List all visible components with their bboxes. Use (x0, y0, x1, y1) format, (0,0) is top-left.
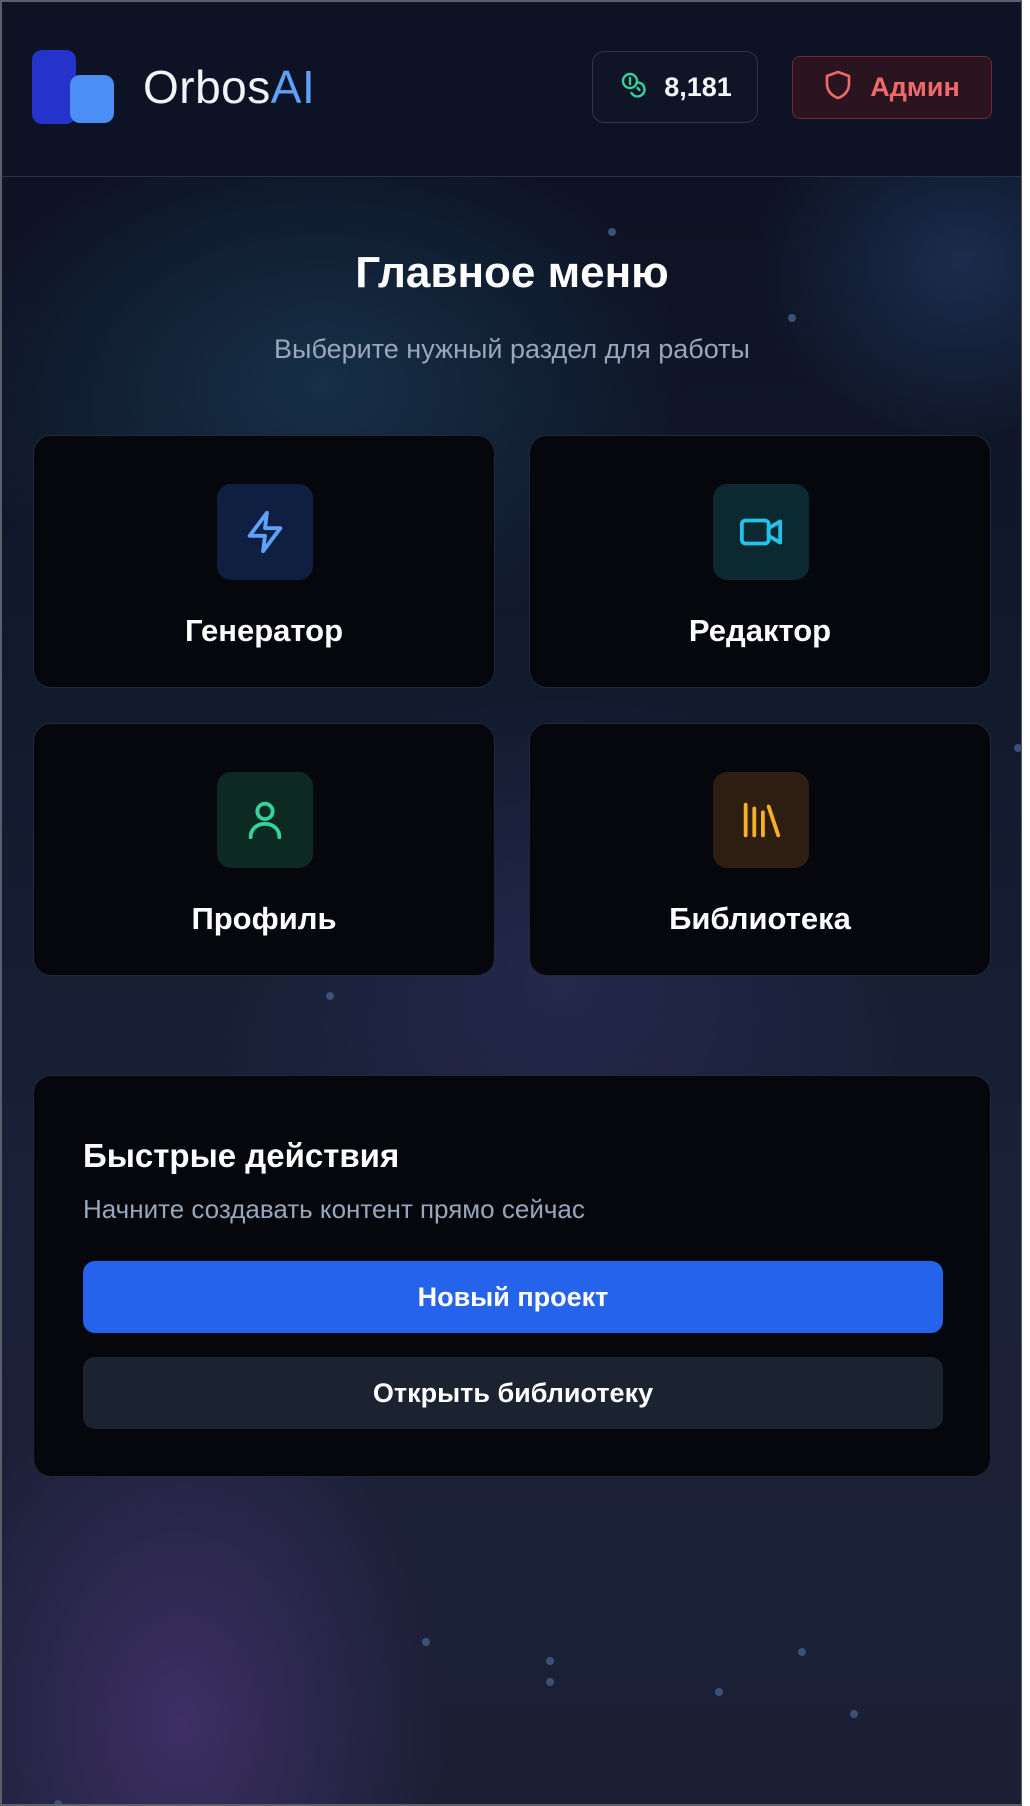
quick-actions-title: Быстрые действия (83, 1137, 400, 1174)
quick-actions-panel: Быстрые действия Начните создавать конте… (33, 1075, 991, 1477)
open-library-button[interactable]: Открыть библиотеку (83, 1357, 943, 1429)
decor-dot (608, 228, 616, 236)
card-generator[interactable]: Генератор (33, 435, 495, 688)
top-header: OrbosAI 8,181 Админ (2, 2, 1022, 177)
logo-icon[interactable] (32, 50, 114, 126)
new-project-button[interactable]: Новый проект (83, 1261, 943, 1333)
brand-name: OrbosAI (143, 60, 315, 114)
page-title: Главное меню (355, 248, 669, 297)
decor-dot (326, 992, 334, 1000)
credits-value: 8,181 (664, 71, 732, 102)
card-library[interactable]: Библиотека (529, 723, 991, 976)
decor-dot (850, 1710, 858, 1718)
credits-badge[interactable]: 8,181 (592, 51, 758, 123)
card-profile[interactable]: Профиль (33, 723, 495, 976)
coins-icon (618, 69, 650, 106)
window-edge (1022, 0, 1030, 1806)
decor-dot (546, 1657, 554, 1665)
decor-dot (422, 1638, 430, 1646)
decor-dot (798, 1648, 806, 1656)
video-camera-icon (713, 484, 809, 580)
user-icon (217, 772, 313, 868)
library-icon (713, 772, 809, 868)
decor-dot (715, 1688, 723, 1696)
card-label: Редактор (688, 613, 832, 648)
brand-main: Orbos (143, 61, 271, 113)
app-frame: OrbosAI 8,181 Админ Главное меню Выберит… (0, 0, 1022, 1806)
quick-actions-subtitle: Начните создавать контент прямо сейчас (83, 1194, 585, 1224)
shield-icon (824, 70, 852, 105)
card-label: Генератор (184, 613, 344, 648)
admin-button[interactable]: Админ (792, 56, 992, 119)
page-subtitle: Выберите нужный раздел для работы (274, 334, 750, 364)
decor-dot (54, 1800, 62, 1804)
decor-dot (546, 1678, 554, 1686)
decor-dot (788, 314, 796, 322)
admin-label: Админ (870, 72, 960, 102)
card-editor[interactable]: Редактор (529, 435, 991, 688)
lightning-icon (217, 484, 313, 580)
card-label: Библиотека (669, 901, 851, 936)
brand-accent: AI (270, 61, 316, 113)
card-label: Профиль (191, 901, 337, 936)
